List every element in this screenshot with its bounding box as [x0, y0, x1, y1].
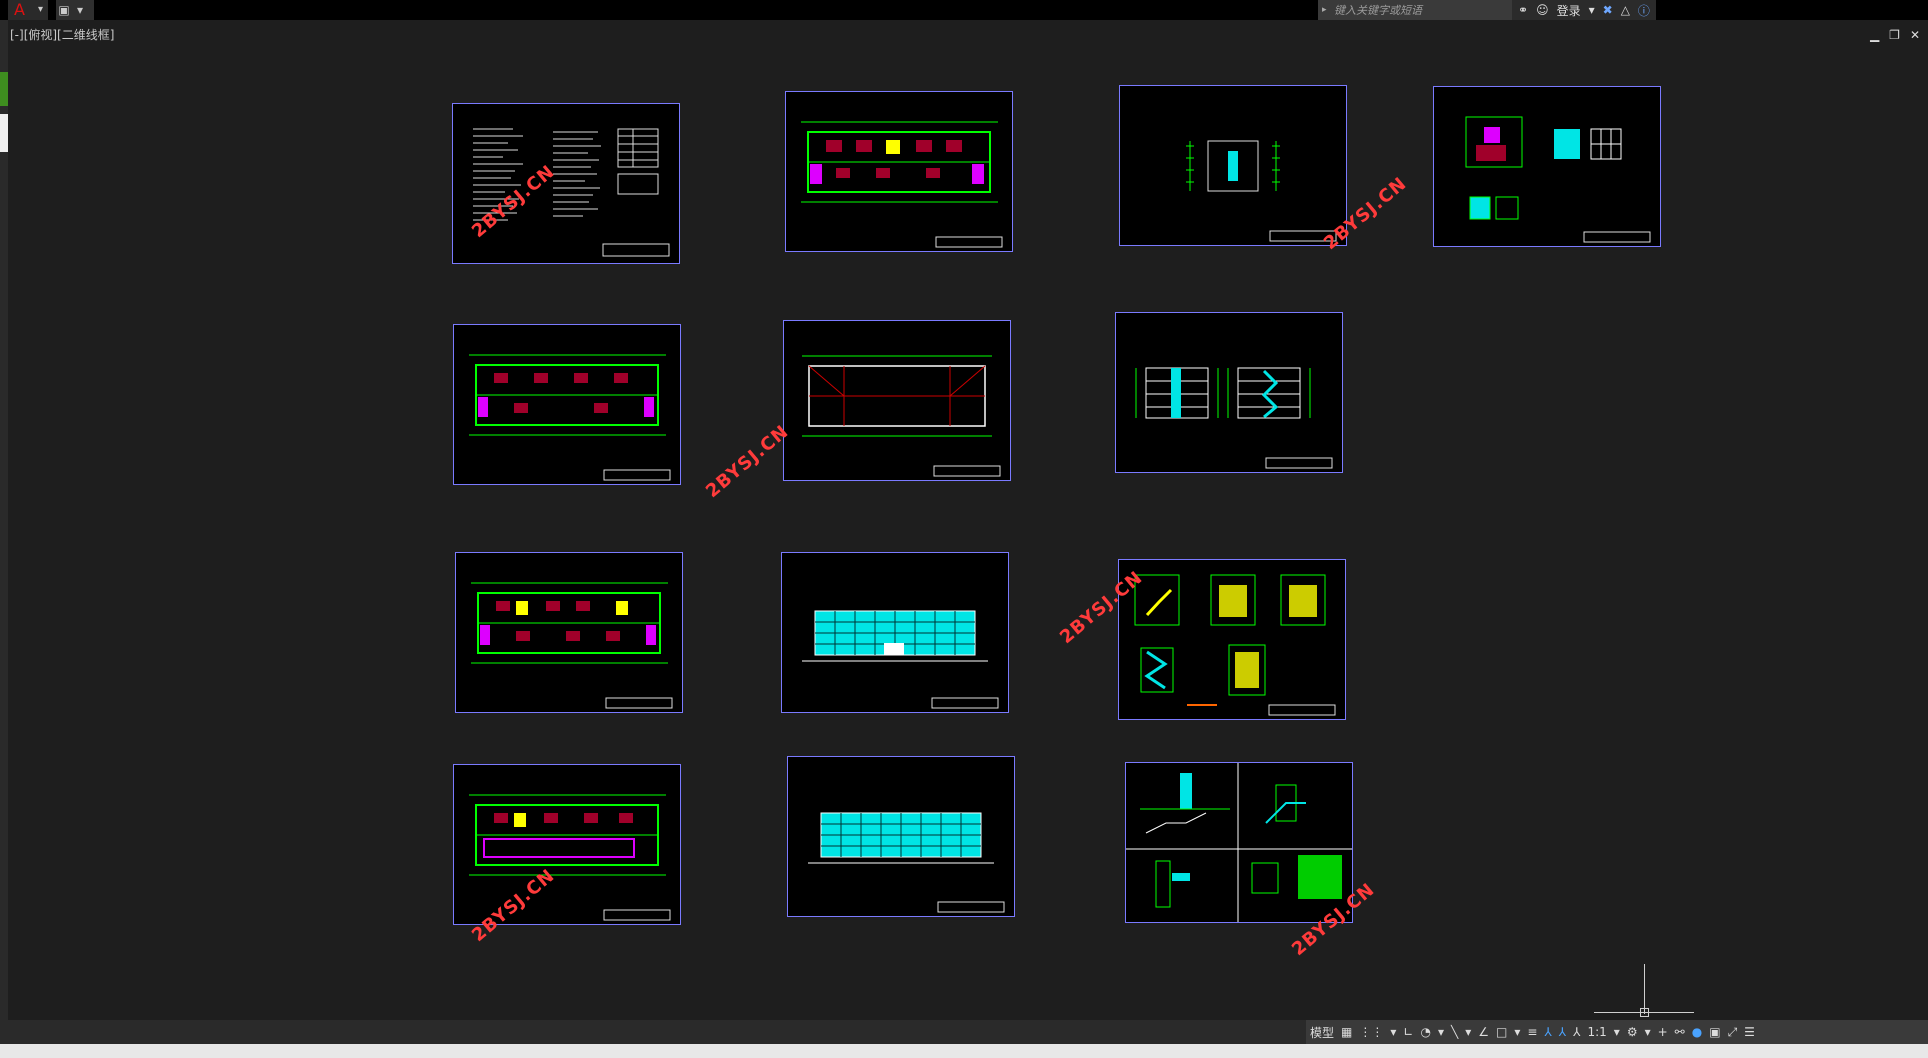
- polar-icon[interactable]: ◔: [1420, 1025, 1430, 1039]
- chevron-right-icon[interactable]: ▸: [1322, 0, 1327, 20]
- ortho-icon[interactable]: ∟: [1403, 1025, 1413, 1039]
- watermark-3: 2BYSJ.CN: [702, 421, 793, 503]
- window-bottom-edge: [0, 1044, 1928, 1058]
- chevron-down-icon[interactable]: ▾: [1465, 1025, 1471, 1039]
- search-input[interactable]: [1334, 2, 1504, 18]
- autocad-logo-icon: A: [14, 0, 25, 19]
- sheet-drawing: [801, 121, 1003, 248]
- sheet-design-notes[interactable]: [452, 103, 680, 264]
- crosshair-pickbox: [1640, 1008, 1649, 1017]
- status-bar: 模型 ▦ ⋮⋮ ▾ ∟ ◔ ▾ ╲ ▾ ∠ □ ▾ ≡ ⅄ ⅄ ⅄ 1:1 ▾ …: [0, 1020, 1928, 1044]
- minimize-icon[interactable]: ▁: [1870, 28, 1879, 42]
- sheet-drawing: [473, 128, 670, 257]
- model-tab[interactable]: 模型: [1310, 1024, 1334, 1041]
- plus-icon[interactable]: +: [1658, 1025, 1668, 1039]
- menu-icon[interactable]: ☰: [1744, 1025, 1755, 1039]
- title-bar: A ▾ ▣▾ ▸ ⚭ ☺ 登录 ▾ ✖ △ ⓘ: [0, 0, 1928, 20]
- green-tab: [0, 72, 8, 106]
- sheet-front-elevation[interactable]: [781, 552, 1009, 713]
- lineweight-icon[interactable]: ≡: [1527, 1025, 1537, 1039]
- sheet-drawing: [802, 610, 999, 709]
- sheet-drawing: [469, 794, 671, 921]
- sheet-floor-plan-2[interactable]: [453, 324, 681, 485]
- chevron-down-icon[interactable]: ▾: [1589, 3, 1595, 17]
- otrack-icon[interactable]: ∠: [1478, 1025, 1489, 1039]
- sheet-sections[interactable]: [1115, 312, 1343, 473]
- application-menu-button[interactable]: A ▾: [8, 0, 48, 20]
- sheet-drawing: [471, 582, 673, 709]
- sheet-drawing: [1135, 367, 1333, 469]
- sheet-drawing: [808, 812, 1005, 913]
- gear-icon[interactable]: ⚙: [1627, 1025, 1638, 1039]
- annotation-scale-value[interactable]: 1:1: [1587, 1025, 1606, 1039]
- sheet-floor-plan-1[interactable]: [785, 91, 1013, 252]
- restore-icon[interactable]: ❐: [1889, 28, 1900, 42]
- login-button[interactable]: 登录: [1557, 2, 1581, 19]
- annotation-visibility-icon[interactable]: ⅄: [1544, 1025, 1551, 1039]
- sheet-elevation-small[interactable]: [1119, 85, 1347, 246]
- sheet-details-1[interactable]: [1433, 86, 1661, 247]
- white-tab: [0, 114, 8, 152]
- isolate-icon[interactable]: ⚯: [1675, 1025, 1685, 1039]
- autodesk-exchange-icon[interactable]: ✖: [1603, 3, 1613, 17]
- sheet-stair-details[interactable]: [1118, 559, 1346, 720]
- chevron-down-icon[interactable]: ▾: [1438, 1025, 1444, 1039]
- sheet-drawing: [469, 354, 671, 481]
- chevron-down-icon[interactable]: ▾: [1390, 1025, 1396, 1039]
- binoculars-icon[interactable]: ⚭: [1518, 3, 1528, 17]
- sheet-drawing: [1134, 574, 1336, 716]
- drawing-window-controls: ▁ ❐ ✕: [1870, 28, 1920, 42]
- hardware-acceleration-icon[interactable]: ●: [1692, 1025, 1702, 1039]
- sheet-floor-plan-3[interactable]: [455, 552, 683, 713]
- chevron-down-icon[interactable]: ▾: [1614, 1025, 1620, 1039]
- sheet-floor-plan-4[interactable]: [453, 764, 681, 925]
- sheet-wall-details[interactable]: [1125, 762, 1353, 923]
- auto-scale-icon[interactable]: ⅄: [1559, 1025, 1566, 1039]
- save-icon[interactable]: ▣: [56, 0, 72, 20]
- crosshair-vertical: [1644, 964, 1645, 1014]
- annotation-scale-icon[interactable]: ⅄: [1573, 1025, 1580, 1039]
- status-tools: 模型 ▦ ⋮⋮ ▾ ∟ ◔ ▾ ╲ ▾ ∠ □ ▾ ≡ ⅄ ⅄ ⅄ 1:1 ▾ …: [1306, 1020, 1928, 1044]
- object-snap-icon[interactable]: □: [1496, 1025, 1507, 1039]
- sheet-drawing: [1186, 140, 1337, 242]
- triangle-icon[interactable]: △: [1621, 3, 1630, 17]
- fullscreen-icon[interactable]: ⤢: [1728, 1025, 1738, 1040]
- clean-screen-icon[interactable]: ▣: [1709, 1025, 1720, 1039]
- sheet-roof-plan[interactable]: [783, 320, 1011, 481]
- close-icon[interactable]: ✕: [1910, 28, 1920, 42]
- sheet-drawing: [802, 355, 1001, 477]
- viewport-controls[interactable]: [-][俯视][二维线框]: [10, 26, 114, 43]
- left-edge-panel: [0, 20, 8, 1030]
- snap-icon[interactable]: ⋮⋮: [1359, 1025, 1383, 1039]
- sheet-rear-elevation[interactable]: [787, 756, 1015, 917]
- chevron-down-icon[interactable]: ▾: [1514, 1025, 1520, 1039]
- osnap-icon[interactable]: ╲: [1451, 1025, 1458, 1039]
- grid-icon[interactable]: ▦: [1341, 1025, 1352, 1039]
- info-center-toolbar: ⚭ ☺ 登录 ▾ ✖ △ ⓘ: [1512, 0, 1656, 20]
- chevron-down-icon: ▾: [38, 4, 44, 15]
- quick-access-toolbar[interactable]: ▣ ▾: [56, 0, 94, 20]
- sheet-drawing: [1126, 763, 1352, 922]
- sheet-drawing: [1465, 116, 1651, 243]
- chevron-down-icon[interactable]: ▾: [1645, 1025, 1651, 1039]
- help-icon[interactable]: ⓘ: [1638, 2, 1650, 19]
- chevron-down-icon[interactable]: ▾: [72, 0, 88, 20]
- search-box[interactable]: ▸: [1318, 0, 1512, 20]
- user-icon[interactable]: ☺: [1536, 3, 1549, 17]
